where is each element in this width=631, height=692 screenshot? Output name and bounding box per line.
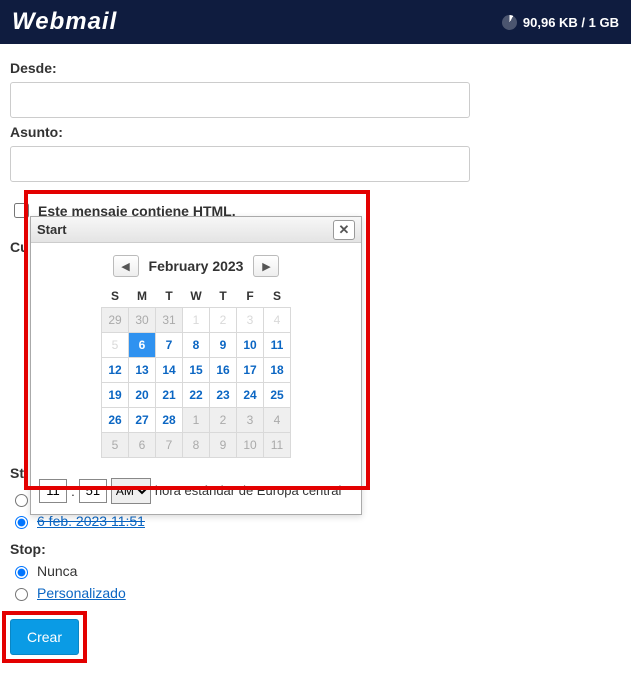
calendar-day[interactable]: 2 xyxy=(210,307,237,332)
calendar-day[interactable]: 22 xyxy=(183,382,210,407)
calendar-day[interactable]: 16 xyxy=(210,357,237,382)
calendar-day[interactable]: 19 xyxy=(102,382,129,407)
storage-indicator[interactable]: 90,96 KB / 1 GB xyxy=(502,15,619,30)
calendar-dow: W xyxy=(183,285,210,307)
calendar-dow: M xyxy=(129,285,156,307)
calendar-dow: S xyxy=(102,285,129,307)
asunto-input[interactable] xyxy=(10,146,470,182)
calendar-day[interactable]: 28 xyxy=(156,407,183,432)
calendar-dow: T xyxy=(156,285,183,307)
calendar-day[interactable]: 6 xyxy=(129,332,156,357)
calendar-dow: S xyxy=(264,285,291,307)
calendar-day[interactable]: 24 xyxy=(237,382,264,407)
close-icon: ✕ xyxy=(339,222,350,238)
close-button[interactable]: ✕ xyxy=(333,220,355,240)
asunto-label: Asunto: xyxy=(10,124,620,140)
calendar-day[interactable]: 11 xyxy=(264,432,291,457)
calendar-day[interactable]: 5 xyxy=(102,432,129,457)
calendar-day[interactable]: 17 xyxy=(237,357,264,382)
calendar-day[interactable]: 3 xyxy=(237,307,264,332)
calendar-day[interactable]: 14 xyxy=(156,357,183,382)
hour-input[interactable] xyxy=(39,479,67,503)
calendar-day[interactable]: 5 xyxy=(102,332,129,357)
calendar-day[interactable]: 7 xyxy=(156,432,183,457)
calendar-day[interactable]: 11 xyxy=(264,332,291,357)
calendar-day[interactable]: 18 xyxy=(264,357,291,382)
html-checkbox[interactable] xyxy=(14,203,29,218)
stop-radio-custom[interactable] xyxy=(15,588,28,601)
calendar-day[interactable]: 10 xyxy=(237,432,264,457)
calendar-day[interactable]: 1 xyxy=(183,307,210,332)
calendar-dow: T xyxy=(210,285,237,307)
desde-label: Desde: xyxy=(10,60,620,76)
header-bar: Webmail 90,96 KB / 1 GB xyxy=(0,0,631,44)
minute-input[interactable] xyxy=(79,479,107,503)
calendar-day[interactable]: 10 xyxy=(237,332,264,357)
stop-never-label: Nunca xyxy=(37,563,77,579)
start-radio-custom[interactable] xyxy=(15,516,28,529)
calendar-day[interactable]: 8 xyxy=(183,432,210,457)
next-month-button[interactable]: ▶ xyxy=(253,255,279,277)
calendar-day[interactable]: 20 xyxy=(129,382,156,407)
calendar-dow: F xyxy=(237,285,264,307)
stop-label: Stop: xyxy=(10,541,620,557)
stop-radio-never[interactable] xyxy=(15,566,28,579)
calendar-day[interactable]: 12 xyxy=(102,357,129,382)
calendar-day[interactable]: 30 xyxy=(129,307,156,332)
logo: Webmail xyxy=(12,8,117,36)
datepicker-title: Start xyxy=(37,222,67,237)
create-button[interactable]: Crear xyxy=(10,619,79,655)
calendar-day[interactable]: 9 xyxy=(210,432,237,457)
calendar-month-label: February 2023 xyxy=(149,258,244,274)
calendar-day[interactable]: 15 xyxy=(183,357,210,382)
chevron-left-icon: ◀ xyxy=(121,260,129,273)
calendar-day[interactable]: 6 xyxy=(129,432,156,457)
timezone-label: hora estándar de Europa central xyxy=(155,483,341,498)
datepicker-titlebar: Start ✕ xyxy=(31,217,361,243)
prev-month-button[interactable]: ◀ xyxy=(113,255,139,277)
datepicker-popup: Start ✕ ◀ February 2023 ▶ SMTWTFS 293031… xyxy=(30,216,362,515)
pie-chart-icon xyxy=(502,15,517,30)
calendar-day[interactable]: 31 xyxy=(156,307,183,332)
calendar-day[interactable]: 26 xyxy=(102,407,129,432)
calendar-day[interactable]: 21 xyxy=(156,382,183,407)
calendar-grid: SMTWTFS 29303112345678910111213141516171… xyxy=(101,285,291,458)
calendar-day[interactable]: 3 xyxy=(237,407,264,432)
calendar-day[interactable]: 29 xyxy=(102,307,129,332)
calendar-day[interactable]: 2 xyxy=(210,407,237,432)
calendar-day[interactable]: 13 xyxy=(129,357,156,382)
calendar-day[interactable]: 9 xyxy=(210,332,237,357)
start-date-link[interactable]: 6 feb. 2023 11:51 xyxy=(37,513,145,529)
calendar-day[interactable]: 27 xyxy=(129,407,156,432)
calendar-day[interactable]: 4 xyxy=(264,307,291,332)
storage-text: 90,96 KB / 1 GB xyxy=(523,15,619,30)
calendar-day[interactable]: 8 xyxy=(183,332,210,357)
start-radio-hidden[interactable] xyxy=(15,494,28,507)
desde-input[interactable] xyxy=(10,82,470,118)
chevron-right-icon: ▶ xyxy=(262,260,270,273)
calendar-day[interactable]: 1 xyxy=(183,407,210,432)
calendar-day[interactable]: 25 xyxy=(264,382,291,407)
ampm-select[interactable]: AM xyxy=(111,478,151,504)
stop-custom-link[interactable]: Personalizado xyxy=(37,585,126,601)
calendar-day[interactable]: 4 xyxy=(264,407,291,432)
calendar-day[interactable]: 7 xyxy=(156,332,183,357)
calendar-day[interactable]: 23 xyxy=(210,382,237,407)
